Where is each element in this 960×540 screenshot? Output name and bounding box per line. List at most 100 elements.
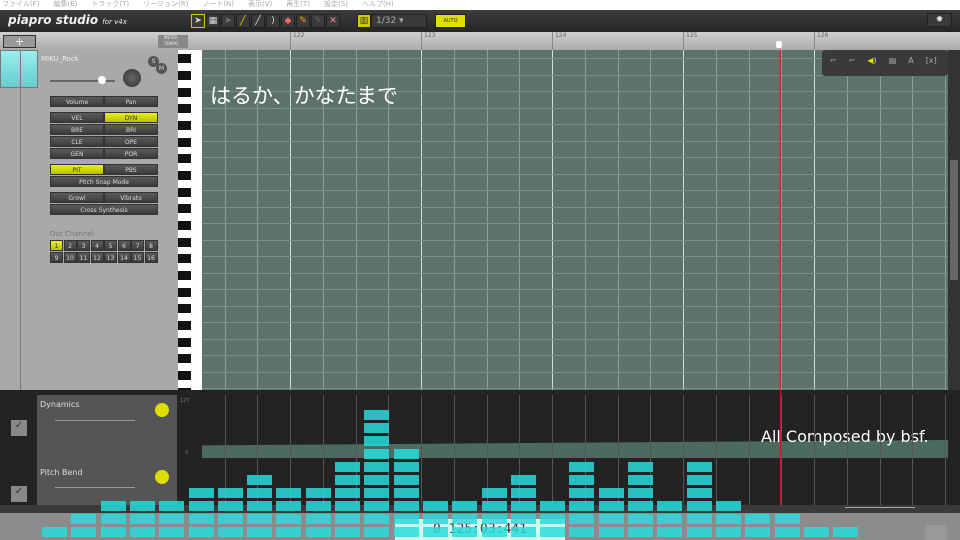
menu-item[interactable]: ファイル(F) — [2, 0, 40, 10]
ope-button[interactable]: OPE — [104, 136, 158, 147]
vibrato-button[interactable]: Vibrato — [104, 192, 158, 203]
volume-slider-thumb[interactable] — [98, 76, 106, 84]
channel-button[interactable]: 6 — [117, 240, 131, 251]
dynamics-slider[interactable] — [55, 420, 135, 421]
black-key[interactable] — [178, 138, 191, 147]
black-key[interactable] — [178, 54, 191, 63]
channel-button[interactable]: 13 — [104, 252, 117, 263]
auto-button[interactable]: AUTO — [435, 14, 466, 28]
vertical-scrollbar[interactable] — [948, 50, 960, 390]
quantize-select[interactable]: 1/32 ▾ — [371, 14, 427, 28]
bre-button[interactable]: BRE — [50, 124, 104, 135]
black-key[interactable] — [178, 121, 191, 130]
brush-tool-icon[interactable]: ✎ — [296, 14, 310, 28]
bri-button[interactable]: BRI — [104, 124, 158, 135]
menu-item[interactable]: トラック(T) — [91, 0, 129, 10]
channel-button[interactable]: 2 — [63, 240, 77, 251]
pitch-bend-slider[interactable] — [55, 487, 135, 488]
channel-button[interactable]: 14 — [117, 252, 131, 263]
black-key[interactable] — [178, 221, 191, 230]
channel-button[interactable]: 4 — [90, 240, 104, 251]
vel-button[interactable]: VEL — [50, 112, 104, 123]
black-key[interactable] — [178, 204, 191, 213]
arrow-tool-icon[interactable]: ➤ — [221, 14, 235, 28]
menu-item[interactable]: ヘルプ(H) — [362, 0, 394, 10]
pan-knob[interactable] — [123, 69, 141, 87]
pencil-tool-icon[interactable]: ╱ — [236, 14, 250, 28]
menu-item[interactable]: リージョン(R) — [143, 0, 188, 10]
black-key[interactable] — [178, 188, 191, 197]
black-key[interactable] — [178, 288, 191, 297]
volume-button[interactable]: Volume — [50, 96, 104, 107]
dynamics-checkbox[interactable]: ✓ — [11, 420, 27, 436]
line-tool-icon[interactable]: ╱ — [251, 14, 265, 28]
cle-button[interactable]: CLE — [50, 136, 104, 147]
channel-button[interactable]: 5 — [104, 240, 117, 251]
dynamics-toggle-button[interactable] — [155, 403, 169, 417]
channel-button[interactable]: 11 — [77, 252, 90, 263]
pitch-bend-toggle-button[interactable] — [155, 470, 169, 484]
meter-tempo-toggle[interactable]: METER TEMPO — [158, 35, 188, 48]
black-key[interactable] — [178, 338, 191, 347]
piano-keyboard[interactable] — [178, 50, 202, 397]
delete-tool-icon[interactable]: ✕ — [326, 14, 340, 28]
pointer-tool-icon[interactable]: ➤ — [191, 14, 205, 28]
dyn-button[interactable]: DYN — [104, 112, 158, 123]
black-key[interactable] — [178, 88, 191, 97]
black-key[interactable] — [178, 321, 191, 330]
phoneme-view-icon[interactable]: A — [908, 56, 913, 70]
channel-button[interactable]: 8 — [144, 240, 158, 251]
pitch-curve-icon[interactable]: ⌐ — [849, 56, 856, 70]
menu-item[interactable]: 設定(S) — [324, 0, 348, 10]
black-key[interactable] — [178, 254, 191, 263]
menu-item[interactable]: 編集(E) — [54, 0, 78, 10]
pbs-button[interactable]: PBS — [104, 164, 158, 175]
mute-button[interactable]: M — [156, 63, 167, 74]
black-key[interactable] — [178, 238, 191, 247]
channel-button[interactable]: 10 — [63, 252, 77, 263]
mixer-icon[interactable] — [925, 525, 947, 540]
black-key[interactable] — [178, 171, 191, 180]
pitch-line-icon[interactable]: ⌐ — [830, 56, 837, 70]
black-key[interactable] — [178, 104, 191, 113]
curve-tool-icon[interactable]: ) — [266, 14, 280, 28]
por-button[interactable]: POR — [104, 148, 158, 159]
settings-gear-icon[interactable]: ✹ — [927, 13, 952, 27]
gen-button[interactable]: GEN — [50, 148, 104, 159]
pitch-bend-checkbox[interactable]: ✓ — [11, 486, 27, 502]
black-key[interactable] — [178, 354, 191, 363]
playhead-marker[interactable] — [776, 41, 782, 48]
menu-item[interactable]: 再生(T) — [286, 0, 310, 10]
lyric-view-icon[interactable]: ▤ — [889, 56, 897, 70]
cross-synthesis-button[interactable]: Cross Synthesis — [50, 204, 158, 215]
black-key[interactable] — [178, 271, 191, 280]
grid-snap-icon[interactable]: ▥ — [357, 14, 371, 28]
black-key[interactable] — [178, 371, 191, 380]
channel-button[interactable]: 7 — [131, 240, 144, 251]
channel-button[interactable]: 9 — [50, 252, 63, 263]
channel-button[interactable]: 15 — [131, 252, 144, 263]
track-name[interactable]: MIKU_Rock — [41, 55, 79, 63]
knife-tool-icon[interactable]: ✎ — [311, 14, 325, 28]
timeline-ruler[interactable]: + METER TEMPO 122 123 124 125 126 — [0, 32, 960, 50]
channel-button[interactable]: 16 — [144, 252, 158, 263]
pan-button[interactable]: Pan — [104, 96, 158, 107]
zoom-slider[interactable] — [845, 507, 915, 508]
growl-button[interactable]: Growl — [50, 192, 104, 203]
parameter-editor[interactable]: Dynamics Pitch Bend ✓ ✓ 127 0 All Compos… — [0, 390, 960, 505]
black-key[interactable] — [178, 71, 191, 80]
menu-item[interactable]: ノート(N) — [202, 0, 234, 10]
pitch-snap-mode-button[interactable]: Pitch Snap Mode — [50, 176, 158, 187]
channel-button[interactable]: 3 — [77, 240, 90, 251]
channel-button[interactable]: 12 — [90, 252, 104, 263]
select-tool-icon[interactable]: ▦ — [206, 14, 220, 28]
add-track-button[interactable]: + — [3, 35, 36, 48]
channel-button[interactable]: 1 — [50, 240, 63, 251]
expression-view-icon[interactable]: [x] — [926, 56, 937, 70]
pit-button[interactable]: PIT — [50, 164, 104, 175]
eraser-tool-icon[interactable]: ◆ — [281, 14, 295, 28]
black-key[interactable] — [178, 304, 191, 313]
menu-item[interactable]: 表示(V) — [248, 0, 272, 10]
speaker-icon[interactable]: ◀) — [867, 56, 876, 70]
black-key[interactable] — [178, 154, 191, 163]
